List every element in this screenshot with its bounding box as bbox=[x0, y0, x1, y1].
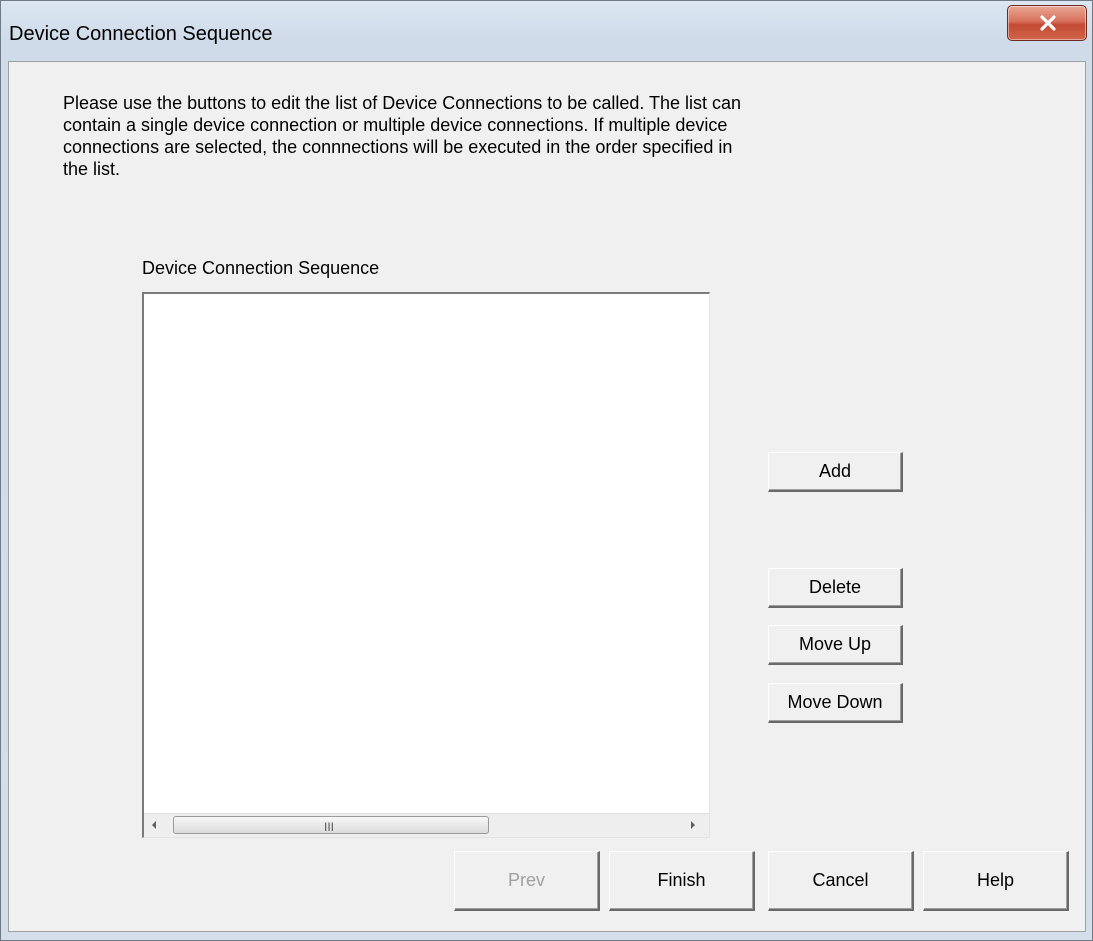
dialog-body: Please use the buttons to edit the list … bbox=[8, 61, 1086, 932]
move-down-button[interactable]: Move Down bbox=[768, 683, 903, 723]
move-up-button[interactable]: Move Up bbox=[768, 625, 903, 665]
finish-button[interactable]: Finish bbox=[609, 851, 755, 911]
scroll-left-icon[interactable] bbox=[150, 820, 158, 830]
device-connection-list[interactable]: III bbox=[142, 292, 710, 838]
close-icon bbox=[1040, 15, 1056, 31]
scrollbar-grip: III bbox=[324, 820, 335, 834]
instructions-text: Please use the buttons to edit the list … bbox=[63, 93, 742, 179]
delete-button[interactable]: Delete bbox=[768, 568, 903, 608]
prev-button[interactable]: Prev bbox=[454, 851, 600, 911]
window-title: Device Connection Sequence bbox=[9, 23, 273, 45]
cancel-button[interactable]: Cancel bbox=[768, 851, 914, 911]
scrollbar-thumb[interactable]: III bbox=[173, 816, 489, 834]
dialog-window: Device Connection Sequence Please use th… bbox=[0, 0, 1093, 941]
scroll-right-icon[interactable] bbox=[689, 820, 697, 830]
list-label: Device Connection Sequence bbox=[142, 258, 380, 278]
horizontal-scrollbar[interactable]: III bbox=[144, 813, 709, 837]
close-button[interactable] bbox=[1007, 5, 1087, 41]
add-button[interactable]: Add bbox=[768, 452, 903, 492]
help-button[interactable]: Help bbox=[923, 851, 1069, 911]
title-bar[interactable]: Device Connection Sequence bbox=[1, 1, 1092, 57]
